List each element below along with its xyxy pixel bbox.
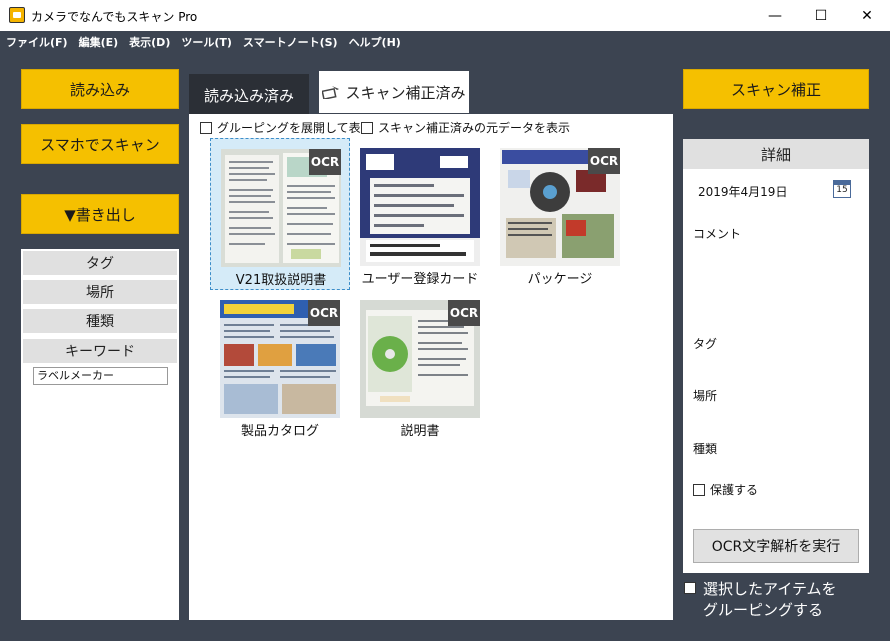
filter-keyword[interactable]: キーワード xyxy=(23,339,177,363)
comment-label: コメント xyxy=(693,227,742,241)
item-thumbnail: OCR xyxy=(360,300,480,418)
filter-tag[interactable]: タグ xyxy=(23,251,177,275)
group-items-checkbox[interactable] xyxy=(684,582,696,594)
expand-grouping-checkbox[interactable] xyxy=(200,121,212,134)
item-caption: ユーザー登録カード xyxy=(361,272,479,287)
phone-scan-button[interactable]: スマホでスキャン xyxy=(21,124,179,164)
menu-bar: ファイル(F) 編集(E) 表示(D) ツール(T) スマートノート(S) ヘル… xyxy=(0,31,890,53)
expand-grouping-label: グルーピングを展開して表示 xyxy=(217,121,373,135)
show-original-option[interactable]: スキャン補正済みの元データを表示 xyxy=(361,119,570,136)
app-logo-icon xyxy=(9,7,25,23)
scan-correction-icon xyxy=(321,85,340,101)
filter-place[interactable]: 場所 xyxy=(23,280,177,304)
item-caption: 説明書 xyxy=(400,424,440,439)
calendar-day: 15 xyxy=(836,185,848,195)
protect-option[interactable]: 保護する xyxy=(693,481,758,498)
keyword-input[interactable]: ラベルメーカー xyxy=(33,367,168,385)
item-thumbnail: OCR xyxy=(221,149,341,267)
date-value: 2019年4月19日 xyxy=(698,185,788,199)
window-title: カメラでなんでもスキャン Pro xyxy=(31,10,198,24)
tab-scanned-label: スキャン補正済み xyxy=(345,83,466,102)
protect-label: 保護する xyxy=(710,483,759,497)
export-button[interactable]: ▼書き出し xyxy=(21,194,179,234)
details-panel: 詳細 2019年4月19日 15 コメント タグ 場所 種類 保護する OCR文… xyxy=(683,139,869,573)
tab-loaded[interactable]: 読み込み済み xyxy=(189,74,309,116)
group-items-option[interactable]: 選択したアイテムを グルーピングする xyxy=(684,579,837,621)
ocr-run-button[interactable]: OCR文字解析を実行 xyxy=(693,529,859,563)
item-caption: パッケージ xyxy=(527,272,593,287)
ocr-badge: OCR xyxy=(308,300,340,326)
item-caption: 製品カタログ xyxy=(240,424,319,439)
details-title: 詳細 xyxy=(683,139,869,169)
item-card[interactable]: OCR パッケージ xyxy=(490,138,630,290)
close-button[interactable]: ✕ xyxy=(844,0,890,31)
show-original-checkbox[interactable] xyxy=(361,121,373,134)
item-card[interactable]: OCR V21取扱説明書 xyxy=(210,138,350,290)
menu-help[interactable]: ヘルプ(H) xyxy=(349,34,401,50)
tag-label: タグ xyxy=(693,337,718,351)
protect-checkbox[interactable] xyxy=(693,483,705,496)
item-thumbnail: OCR xyxy=(220,300,340,418)
item-thumbnail xyxy=(360,148,480,266)
ocr-badge: OCR xyxy=(588,148,620,174)
place-label: 場所 xyxy=(693,389,718,403)
menu-smartnote[interactable]: スマートノート(S) xyxy=(243,34,338,50)
filter-panel: タグ 場所 種類 キーワード ラベルメーカー xyxy=(21,249,179,620)
item-card[interactable]: OCR 製品カタログ xyxy=(210,290,350,442)
maximize-button[interactable]: ☐ xyxy=(798,0,844,31)
item-card[interactable]: ユーザー登録カード xyxy=(350,138,490,290)
menu-file[interactable]: ファイル(F) xyxy=(6,34,68,50)
filter-type[interactable]: 種類 xyxy=(23,309,177,333)
tab-scanned[interactable]: スキャン補正済み xyxy=(319,71,469,113)
expand-grouping-option[interactable]: グルーピングを展開して表示 xyxy=(200,119,373,136)
ocr-badge: OCR xyxy=(309,149,341,175)
group-items-label-line2: グルーピングする xyxy=(703,601,824,619)
type-label: 種類 xyxy=(693,442,718,456)
item-grid-panel: グルーピングを展開して表示 スキャン補正済みの元データを表示 OCR V21取扱… xyxy=(189,114,673,620)
group-items-label-line1: 選択したアイテムを xyxy=(703,580,837,598)
title-bar: カメラでなんでもスキャン Pro — ☐ ✕ xyxy=(0,0,890,31)
menu-view[interactable]: 表示(D) xyxy=(129,34,170,50)
import-button[interactable]: 読み込み xyxy=(21,69,179,109)
menu-tools[interactable]: ツール(T) xyxy=(181,34,232,50)
item-caption: V21取扱説明書 xyxy=(235,273,327,288)
item-thumbnail: OCR xyxy=(500,148,620,266)
calendar-icon[interactable]: 15 xyxy=(833,180,851,198)
scan-correct-button[interactable]: スキャン補正 xyxy=(683,69,869,109)
minimize-button[interactable]: — xyxy=(752,0,798,31)
item-card[interactable]: OCR 説明書 xyxy=(350,290,490,442)
menu-edit[interactable]: 編集(E) xyxy=(79,34,119,50)
show-original-label: スキャン補正済みの元データを表示 xyxy=(378,121,571,135)
ocr-badge: OCR xyxy=(448,300,480,326)
